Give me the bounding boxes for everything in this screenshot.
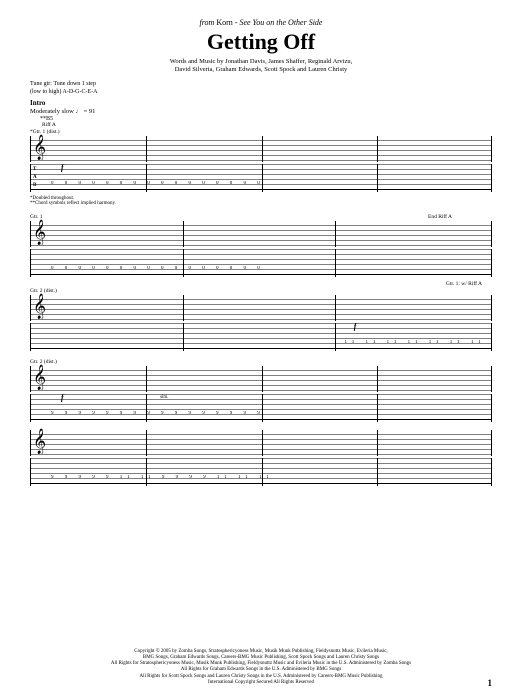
treble-clef-icon: 𝄞	[33, 364, 46, 390]
system-3: Gtr. 2 (dist.) 𝄞 f sim. 9 9 9 9 9 9 9 9 …	[30, 359, 492, 422]
header: from Korn - See You on the Other Side Ge…	[30, 18, 492, 75]
tab-numbers-4: 9 9 9 9 9 11 11 9 9 9 9 11 11 11	[51, 475, 488, 480]
notation-staff-1: 𝄞 f	[30, 136, 492, 162]
footnotes: *Doubled throughout. **Chord symbols ref…	[30, 196, 492, 206]
credits-line-2: David Silveria, Graham Edwards, Scott Sp…	[30, 66, 492, 74]
gtr1-wriff-label: Gtr. 1: w/ Riff A	[30, 281, 482, 287]
tuning-line-1: Tune gtr: Tune down 1 step	[30, 81, 492, 89]
tab-staff-2b: 11 11 11 11 11 11 11 11 11 11 11 11	[30, 323, 492, 351]
tempo-marking: Moderately slow ♩ = 91	[30, 108, 492, 115]
treble-clef-icon: 𝄞	[33, 428, 46, 454]
system-2: Gtr. 1 End Riff A 𝄞 0 0 0 0 0 0 0 0 0 0 …	[30, 214, 492, 351]
tab-numbers-2b: 11 11 11 11 11 11 11 11 11 11 11 11	[344, 340, 488, 345]
treble-clef-icon: 𝄞	[33, 293, 46, 319]
notation-staff-3: 𝄞 f sim.	[30, 366, 492, 392]
source-line: from Korn - See You on the Other Side	[30, 18, 492, 27]
tab-clef: T A B	[33, 166, 37, 190]
tab-numbers-1: 0 0 0 0 0 0 0 0 0 0 0 0 0 0 0 0	[51, 181, 488, 186]
notation-staff-2b: 𝄞 f	[30, 295, 492, 321]
credits-line-1: Words and Music by Jonathan Davis, James…	[30, 58, 492, 66]
end-riff-a: End Riff A	[428, 214, 452, 221]
section-intro: Intro	[30, 99, 492, 107]
footnote-2: **Chord symbols reflect implied harmony.	[30, 201, 492, 206]
tuning-line-2: (low to high) A-D-G-C-E-A	[30, 89, 492, 97]
system-4: 𝄞 9 9 9 9 9 11 11 9 9 9 9 11 11 11	[30, 430, 492, 486]
tuning-notes: Tune gtr: Tune down 1 step (low to high)…	[30, 81, 492, 97]
treble-clef-icon: 𝄞	[33, 134, 46, 160]
notation-staff-2a: 𝄞	[30, 221, 492, 247]
tab-numbers-3: 9 9 9 9 9 9 9 9 9 9 9 9 9 9 9 9	[51, 411, 488, 416]
treble-clef-icon: 𝄞	[33, 219, 46, 245]
gtr2-label: Gtr. 2 (dist.)	[30, 288, 492, 294]
copyright-l6: International Copyright Secured All Righ…	[30, 680, 492, 686]
artist-name: Korn	[216, 18, 232, 27]
credits: Words and Music by Jonathan Davis, James…	[30, 58, 492, 75]
gtr1-label: *Gtr. 1 (dist.)	[30, 129, 492, 135]
song-title: Getting Off	[30, 29, 492, 55]
riff-a-label: Riff A	[30, 122, 492, 128]
tab-staff-3: 9 9 9 9 9 9 9 9 9 9 9 9 9 9 9 9	[30, 394, 492, 422]
sheet-music-page: from Korn - See You on the Other Side Ge…	[0, 0, 522, 696]
album-name: See You on the Other Side	[239, 18, 322, 27]
tab-numbers-2a: 0 0 0 0 0 0 0 0 0 0 0 0 0 0 0 0	[51, 266, 488, 271]
gtr2-label-2: Gtr. 2 (dist.)	[30, 359, 492, 365]
system-1: Riff A *Gtr. 1 (dist.) 𝄞 f T A B 0 0 0 0…	[30, 122, 492, 206]
copyright-block: Copyright © 2005 by Zomba Songs, Stratos…	[30, 649, 492, 687]
page-number: 1	[488, 678, 493, 688]
tab-staff-4: 9 9 9 9 9 11 11 9 9 9 9 11 11 11	[30, 458, 492, 486]
tab-staff-1: T A B 0 0 0 0 0 0 0 0 0 0 0 0 0 0 0 0	[30, 164, 492, 192]
from-prefix: from	[200, 18, 217, 27]
notation-staff-4: 𝄞	[30, 430, 492, 456]
tab-staff-2a: 0 0 0 0 0 0 0 0 0 0 0 0 0 0 0 0	[30, 249, 492, 277]
